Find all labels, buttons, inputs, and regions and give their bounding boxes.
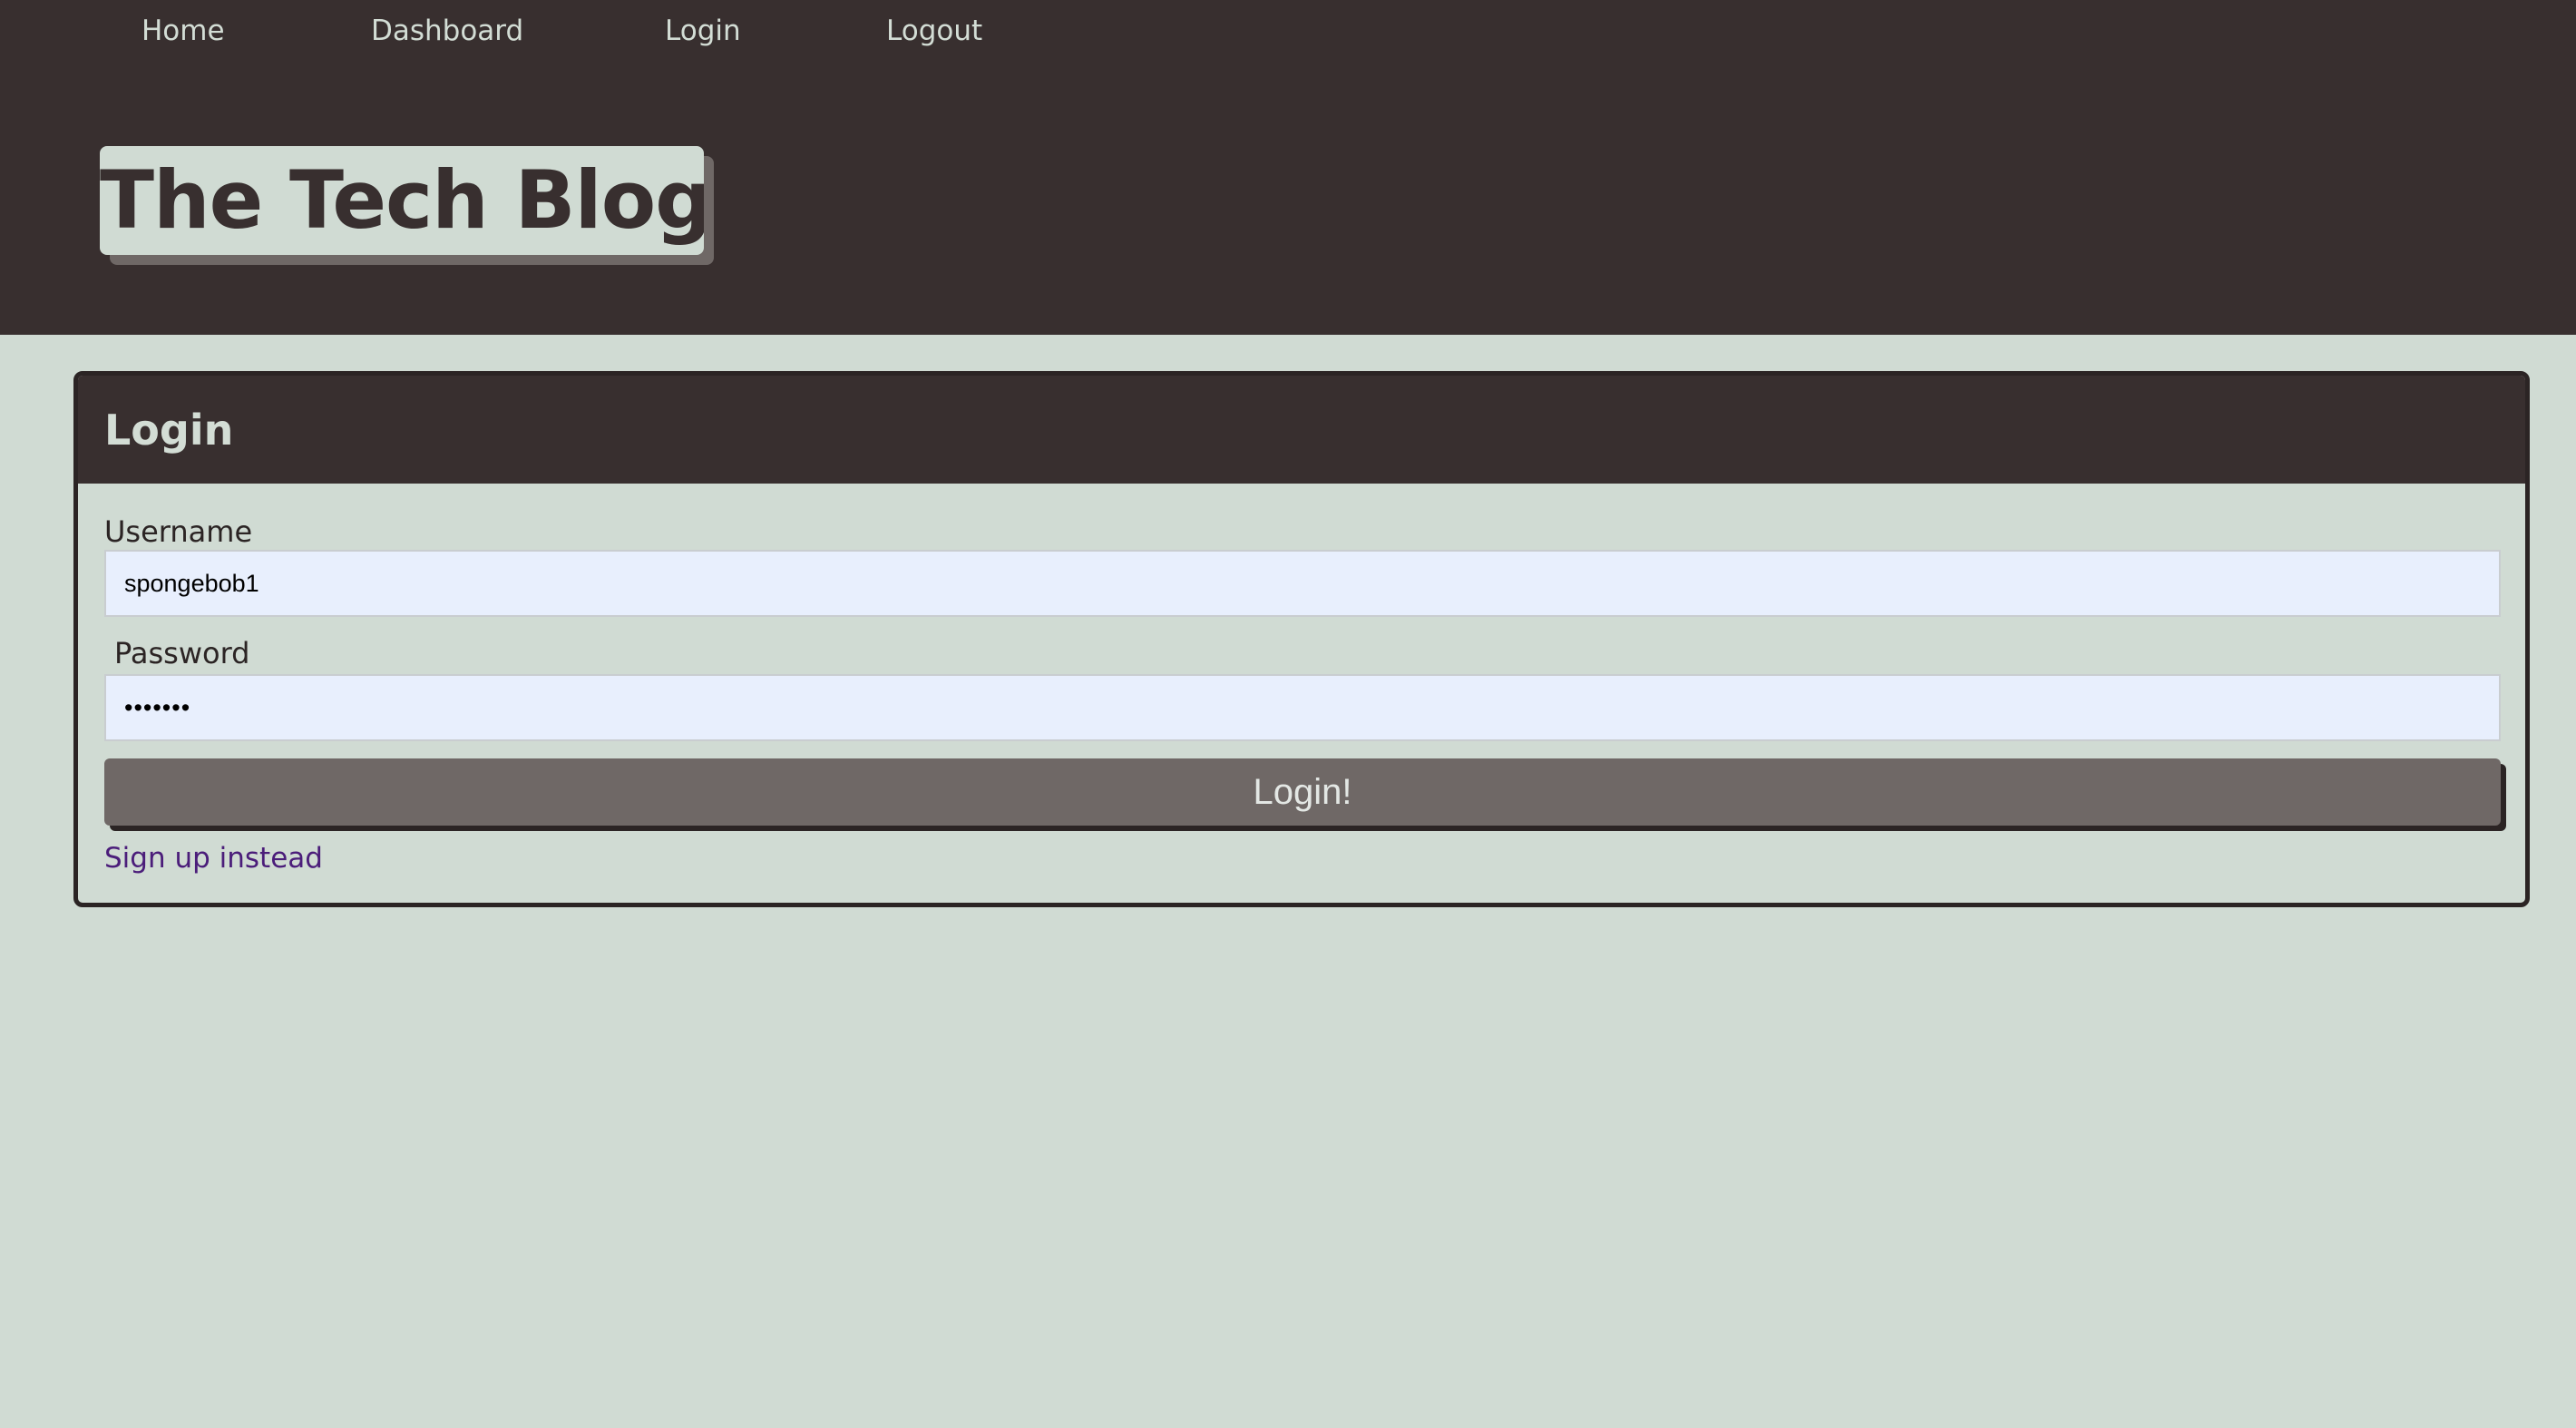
login-card: Login Username Password Login! Sign up i… xyxy=(73,371,2530,907)
signup-link[interactable]: Sign up instead xyxy=(104,840,323,876)
nav-login-link[interactable]: Login xyxy=(665,11,741,51)
site-title: The Tech Blog xyxy=(100,146,704,255)
site-header: Home Dashboard Login Logout The Tech Blo… xyxy=(0,0,2576,335)
username-label: Username xyxy=(104,514,253,549)
login-card-title: Login xyxy=(104,406,234,455)
password-label: Password xyxy=(114,636,250,670)
nav-logout-link[interactable]: Logout xyxy=(886,11,982,51)
login-submit-button[interactable]: Login! xyxy=(104,758,2501,826)
nav-dashboard-link[interactable]: Dashboard xyxy=(371,11,523,51)
username-input[interactable] xyxy=(104,550,2501,617)
login-card-header: Login xyxy=(78,376,2525,484)
nav-home-link[interactable]: Home xyxy=(141,11,225,51)
password-input[interactable] xyxy=(104,674,2501,741)
